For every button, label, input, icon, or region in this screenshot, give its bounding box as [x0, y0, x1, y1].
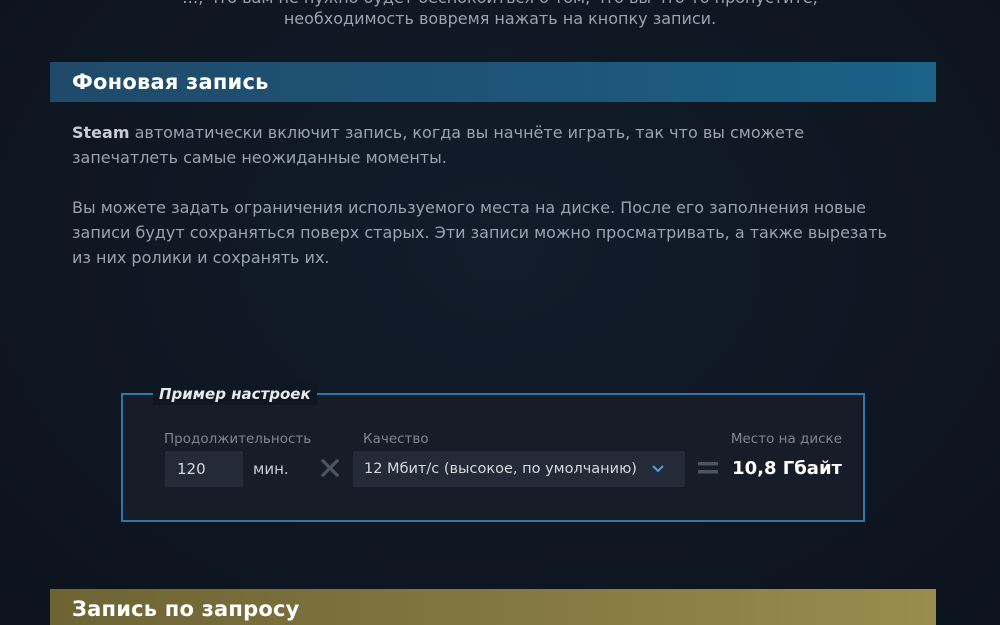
- duration-input[interactable]: [165, 451, 243, 487]
- on-demand-recording-header: Запись по запросу: [50, 589, 936, 625]
- times-icon: [320, 458, 340, 478]
- quality-label: Качество: [363, 431, 429, 447]
- duration-unit: мин.: [253, 460, 289, 478]
- steam-brand-text: Steam: [72, 123, 130, 142]
- quality-dropdown[interactable]: 12 Мбит/с (высокое, по умолчанию): [353, 451, 685, 487]
- example-settings-box: Пример настроек Продолжительность мин. К…: [121, 383, 865, 522]
- chevron-down-icon: [652, 465, 664, 473]
- recording-settings-page: …, что вам не нужно будет беспокоиться о…: [0, 0, 1000, 625]
- background-recording-description: Steam автоматически включит запись, когд…: [72, 120, 892, 170]
- duration-label: Продолжительность: [164, 431, 312, 447]
- disk-limit-description: Вы можете задать ограничения используемо…: [72, 198, 887, 267]
- disk-space-value: 10,8 Гбайт: [732, 458, 842, 479]
- equals-icon: [698, 462, 718, 474]
- intro-text-line-2: необходимость вовремя нажать на кнопку з…: [283, 9, 717, 28]
- background-recording-header: Фоновая запись: [50, 62, 936, 102]
- quality-selected-value: 12 Мбит/с (высокое, по умолчанию): [364, 461, 637, 477]
- disk-space-label: Место на диске: [730, 431, 842, 447]
- background-recording-description-text: автоматически включит запись, когда вы н…: [72, 123, 805, 167]
- example-settings-legend: Пример настроек: [153, 383, 317, 405]
